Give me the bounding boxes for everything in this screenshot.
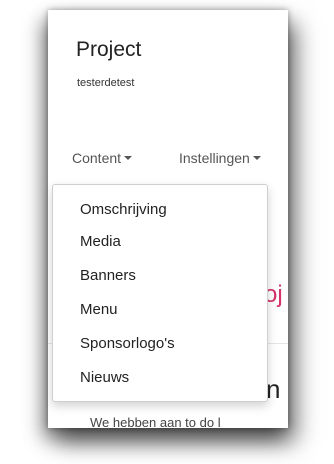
project-title: Project <box>76 38 142 61</box>
nav-settings-dropdown[interactable]: Instellingen <box>179 150 261 166</box>
caret-down-icon <box>124 156 133 161</box>
menu-item-omschrijving[interactable]: Omschrijving <box>80 201 167 218</box>
background-paragraph-fragment: We hebben aan to do l <box>90 415 221 428</box>
main-navbar: Content Instellingen <box>72 150 288 174</box>
menu-item-nieuws[interactable]: Nieuws <box>80 369 129 386</box>
caret-down-icon <box>252 156 261 161</box>
project-subtitle: testerdetest <box>77 77 135 89</box>
menu-item-media[interactable]: Media <box>80 233 121 250</box>
background-section-title-fragment: n <box>266 374 281 404</box>
menu-item-sponsorlogos[interactable]: Sponsorlogo's <box>80 335 175 352</box>
nav-settings-label: Instellingen <box>179 150 250 166</box>
nav-content-label: Content <box>72 150 122 166</box>
screenshot-stage: Project testerdetest Content Instellinge… <box>0 0 334 464</box>
menu-item-menu[interactable]: Menu <box>80 301 118 318</box>
menu-item-banners[interactable]: Banners <box>80 267 136 284</box>
nav-content-dropdown[interactable]: Content <box>72 150 133 166</box>
content-dropdown-menu: Omschrijving Media Banners Menu Sponsorl… <box>52 184 268 402</box>
